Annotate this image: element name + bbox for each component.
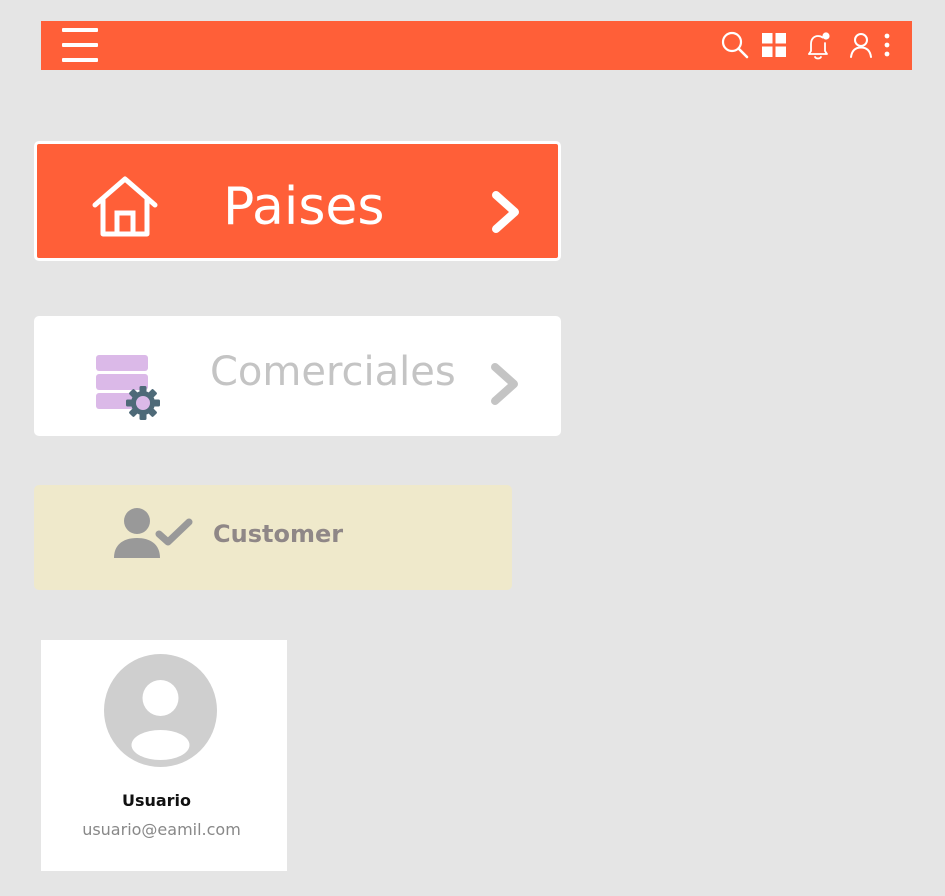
menu-card-label: Comerciales [210, 349, 456, 395]
notification-bell-icon[interactable] [803, 29, 833, 61]
menu-card-customer[interactable]: Customer [34, 485, 512, 590]
profile-name: Usuario [121, 791, 192, 810]
chevron-right-icon[interactable] [488, 362, 522, 406]
search-icon[interactable] [720, 29, 750, 61]
avatar-icon [104, 654, 217, 767]
user-check-icon [114, 508, 193, 558]
menu-card-paises[interactable]: Paises [34, 141, 561, 261]
profile-email: usuario@eamil.com [82, 820, 241, 839]
top-app-bar [41, 21, 912, 70]
menu-card-label: Paises [223, 177, 385, 237]
menu-card-comerciales[interactable]: Comerciales [34, 316, 561, 436]
chevron-right-icon[interactable] [489, 190, 523, 234]
menu-card-label: Customer [213, 520, 344, 548]
apps-grid-icon[interactable] [759, 29, 789, 61]
home-icon [92, 176, 158, 237]
user-profile-card: Usuario usuario@eamil.com [41, 640, 287, 871]
menu-icon[interactable] [62, 28, 98, 64]
more-vertical-icon[interactable] [877, 29, 897, 61]
user-icon[interactable] [846, 29, 876, 61]
database-settings-icon [96, 355, 160, 420]
